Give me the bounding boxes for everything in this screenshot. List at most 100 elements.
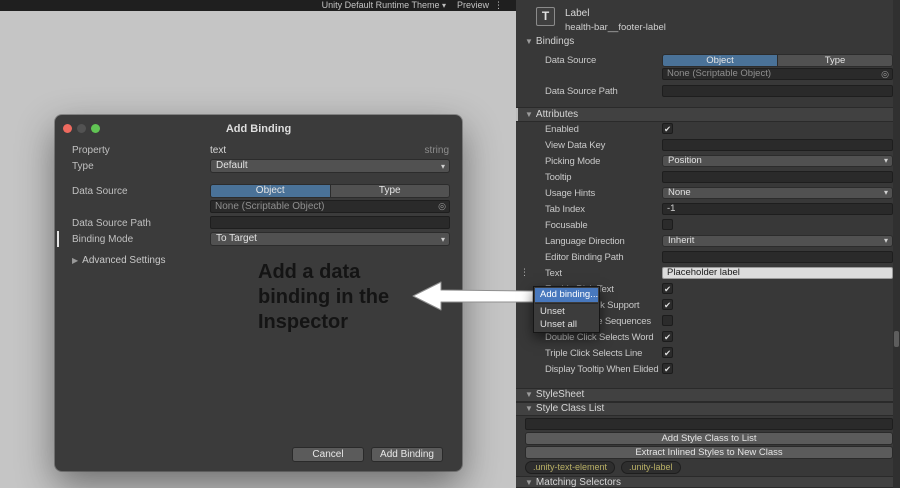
- dropdown-value: Inherit: [668, 235, 695, 246]
- stylesheet-section-header[interactable]: ▼ StyleSheet: [516, 388, 893, 402]
- check-icon: ✔: [663, 332, 672, 342]
- binding-mode-value: To Target: [216, 233, 257, 244]
- attribute-label: Double Click Selects Word: [545, 332, 654, 343]
- type-dropdown-value: Default: [216, 160, 248, 171]
- attribute-row-enabled: Enabled ✔: [516, 121, 893, 137]
- tab-index-field[interactable]: -1: [662, 203, 893, 215]
- matching-selectors-section-header[interactable]: ▼ Matching Selectors: [516, 476, 893, 488]
- inspector-scrollbar[interactable]: [893, 0, 900, 488]
- emoji-fallback-support-checkbox[interactable]: ✔: [662, 299, 673, 310]
- usage-hints-dropdown[interactable]: None ▾: [662, 187, 893, 199]
- data-source-object-field[interactable]: None (Scriptable Object) ◎: [210, 200, 450, 213]
- check-icon: ✔: [663, 348, 672, 358]
- data-source-toggle: Object Type: [210, 184, 450, 198]
- triple-click-selects-line-checkbox[interactable]: ✔: [662, 347, 673, 358]
- data-source-label: Data Source: [72, 186, 128, 197]
- property-value: text: [210, 145, 227, 156]
- type-row: Type Default ▾: [55, 159, 462, 175]
- binding-mode-dropdown[interactable]: To Target ▾: [210, 232, 450, 246]
- display-tooltip-when-elided-checkbox[interactable]: ✔: [662, 363, 673, 374]
- attribute-label: Focusable: [545, 220, 588, 231]
- attribute-label: Tab Index: [545, 204, 585, 215]
- scrollbar-thumb[interactable]: [894, 331, 899, 347]
- menu-item-add-binding[interactable]: Add binding...: [535, 288, 598, 302]
- binding-mode-label: Binding Mode: [72, 234, 134, 245]
- bindings-foldout[interactable]: ▼ Bindings: [525, 36, 574, 47]
- enable-rich-text-checkbox[interactable]: ✔: [662, 283, 673, 294]
- attribute-label: Tooltip: [545, 172, 572, 183]
- data-source-toggle-type[interactable]: Type: [777, 55, 892, 66]
- advanced-settings-foldout[interactable]: ▶ Advanced Settings: [72, 255, 166, 266]
- editor-binding-path-field[interactable]: [662, 251, 893, 263]
- parse-escape-sequences-checkbox[interactable]: [662, 315, 673, 326]
- data-source-object-row: None (Scriptable Object) ◎: [55, 200, 462, 216]
- attribute-row-usage-hints: Usage Hints None ▾: [516, 185, 893, 201]
- caret-down-icon: ▾: [441, 1, 446, 10]
- menu-item-unset-all[interactable]: Unset all: [535, 318, 598, 331]
- dropdown-value: None: [668, 187, 691, 198]
- annotation-arrow-icon: [405, 274, 537, 318]
- view-data-key-field[interactable]: [662, 139, 893, 151]
- double-click-selects-word-checkbox[interactable]: ✔: [662, 331, 673, 342]
- focusable-checkbox[interactable]: [662, 219, 673, 230]
- menu-item-unset[interactable]: Unset: [535, 305, 598, 318]
- attribute-row-display-tooltip: Display Tooltip When Elided ✔: [516, 361, 893, 377]
- tooltip-field[interactable]: [662, 171, 893, 183]
- element-name-field[interactable]: health-bar__footer-label: [565, 22, 666, 33]
- kebab-menu-icon[interactable]: ⋮: [494, 0, 503, 11]
- object-picker-icon[interactable]: ◎: [881, 69, 889, 79]
- annotation-line: binding in the: [258, 286, 390, 308]
- style-class-pill[interactable]: .unity-text-element: [525, 461, 616, 474]
- object-picker-icon[interactable]: ◎: [438, 201, 446, 212]
- picking-mode-dropdown[interactable]: Position ▾: [662, 155, 893, 167]
- style-class-input[interactable]: [525, 418, 893, 430]
- inspector-panel: T Label health-bar__footer-label ▼ Bindin…: [516, 0, 900, 488]
- foldout-open-icon: ▼: [525, 404, 533, 413]
- extract-inlined-styles-button[interactable]: Extract Inlined Styles to New Class: [525, 446, 893, 459]
- close-button[interactable]: [63, 124, 72, 133]
- style-class-list-title: Style Class List: [535, 403, 605, 414]
- attributes-section-header[interactable]: ▼ Attributes: [516, 107, 893, 122]
- annotation-line: Add a data: [258, 261, 361, 283]
- binding-mode-row: Binding Mode To Target ▾: [55, 232, 462, 248]
- add-binding-button[interactable]: Add Binding: [371, 447, 443, 462]
- cancel-button[interactable]: Cancel: [292, 447, 364, 462]
- data-source-toggle-object[interactable]: Object: [211, 185, 330, 197]
- attributes-title: Attributes: [535, 109, 579, 120]
- zoom-button[interactable]: [91, 124, 100, 133]
- data-source-path-field[interactable]: [210, 216, 450, 229]
- data-source-path-field[interactable]: [662, 85, 893, 97]
- attribute-row-tooltip: Tooltip: [516, 169, 893, 185]
- bindings-path-row: Data Source Path: [516, 83, 893, 99]
- data-source-object-field[interactable]: None (Scriptable Object) ◎: [662, 68, 893, 80]
- data-source-path-label: Data Source Path: [545, 86, 618, 97]
- check-icon: ✔: [663, 284, 672, 294]
- language-direction-dropdown[interactable]: Inherit ▾: [662, 235, 893, 247]
- type-dropdown[interactable]: Default ▾: [210, 159, 450, 173]
- foldout-closed-icon: ▶: [72, 256, 79, 265]
- data-source-toggle-type[interactable]: Type: [329, 185, 449, 197]
- data-source-path-row: Data Source Path: [55, 216, 462, 232]
- minimize-button[interactable]: [77, 124, 86, 133]
- matching-selectors-title: Matching Selectors: [535, 477, 621, 488]
- add-style-class-button[interactable]: Add Style Class to List: [525, 432, 893, 445]
- caret-down-icon: ▾: [883, 156, 888, 165]
- attribute-row-focusable: Focusable: [516, 217, 893, 233]
- style-class-pill[interactable]: .unity-label: [621, 461, 681, 474]
- data-source-toggle-object[interactable]: Object: [663, 55, 777, 66]
- data-source-object-value: None (Scriptable Object): [667, 68, 772, 79]
- bindings-object-row: None (Scriptable Object) ◎: [516, 66, 893, 82]
- section-left-marker: [516, 108, 518, 121]
- enabled-checkbox[interactable]: ✔: [662, 123, 673, 134]
- theme-selector-label: Unity Default Runtime Theme: [321, 0, 440, 10]
- theme-selector[interactable]: Unity Default Runtime Theme ▾: [322, 0, 446, 11]
- data-source-row: Data Source Object Type: [55, 184, 462, 200]
- style-class-list-section-header[interactable]: ▼ Style Class List: [516, 402, 893, 416]
- text-field[interactable]: Placeholder label: [662, 267, 893, 279]
- attribute-label: Editor Binding Path: [545, 252, 624, 263]
- attribute-row-triple-click: Triple Click Selects Line ✔: [516, 345, 893, 361]
- foldout-open-icon: ▼: [525, 478, 533, 487]
- attribute-label: Picking Mode: [545, 156, 601, 167]
- preview-toggle[interactable]: Preview: [457, 0, 489, 11]
- caret-down-icon: ▾: [440, 235, 445, 244]
